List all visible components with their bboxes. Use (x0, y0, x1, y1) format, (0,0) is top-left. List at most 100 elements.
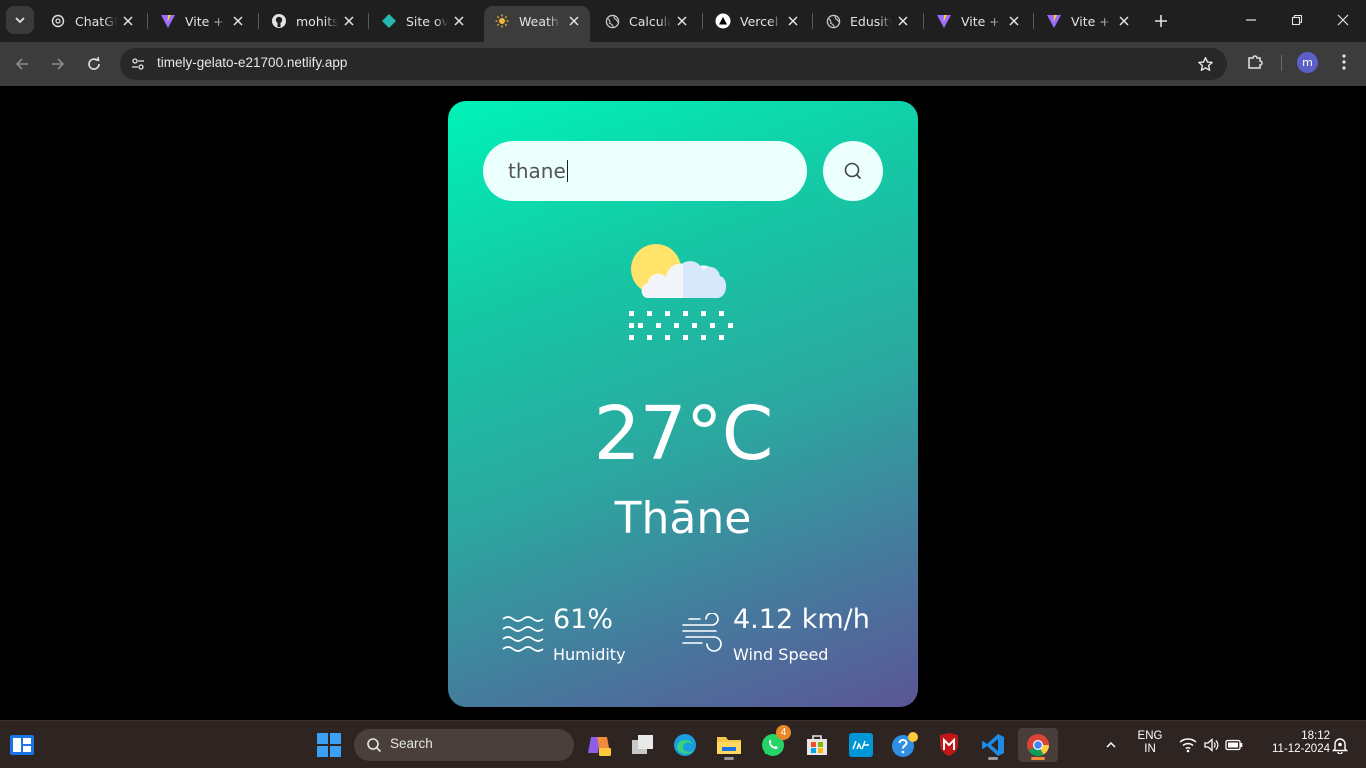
tab-calculator[interactable]: Calculator (594, 6, 698, 36)
tab-title: Edusity (850, 13, 892, 29)
close-icon[interactable] (566, 13, 582, 29)
language-code: ENG (1137, 730, 1163, 742)
tab-divider (923, 13, 924, 29)
tab-vite-react[interactable]: Vite + React (1036, 6, 1140, 36)
widgets-icon (10, 735, 34, 755)
site-info-icon[interactable] (128, 54, 148, 74)
forward-button[interactable] (44, 50, 72, 78)
vite-icon (1046, 13, 1062, 29)
browser-menu-button[interactable] (1333, 50, 1355, 74)
puzzle-icon (1248, 55, 1263, 69)
taskbar-myhp[interactable] (844, 728, 878, 762)
humidity-label: Humidity (553, 645, 626, 664)
taskbar-vscode[interactable] (976, 728, 1010, 762)
tab-vite-react[interactable]: Vite + React (926, 6, 1030, 36)
close-icon[interactable] (120, 13, 136, 29)
globe-icon (604, 13, 620, 29)
reload-icon (88, 56, 100, 70)
store-icon (807, 735, 827, 755)
start-button[interactable] (312, 728, 346, 762)
quick-settings-button[interactable] (1176, 728, 1246, 762)
chrome-icon (1027, 734, 1049, 756)
taskbar-chrome[interactable] (1018, 728, 1058, 762)
tab-weather-app[interactable]: Weather App (484, 6, 590, 42)
plus-icon (1155, 15, 1167, 27)
taskbar-microsoft-store[interactable] (800, 728, 834, 762)
sun-cloud-snow-icon (629, 244, 733, 340)
volume-icon (1204, 738, 1219, 752)
taskbar-edge[interactable] (668, 728, 702, 762)
folder-icon (717, 737, 741, 754)
tab-vite-react[interactable]: Vite + React (150, 6, 254, 36)
close-window-button[interactable] (1320, 0, 1366, 40)
extensions-button[interactable] (1243, 50, 1267, 74)
reload-button[interactable] (80, 50, 108, 78)
clock-date: 11-12-2024 (1272, 743, 1330, 755)
clock[interactable]: 18:12 11-12-2024 (1254, 730, 1330, 755)
new-tab-button[interactable] (1150, 10, 1172, 32)
mcafee-shield-icon (940, 733, 958, 756)
tab-title: Calculator (629, 13, 671, 29)
tab-vercel[interactable]: Vercel (705, 6, 809, 36)
taskbar-whatsapp[interactable]: 4 (756, 725, 791, 762)
search-button[interactable] (823, 141, 883, 201)
search-icon (844, 162, 862, 180)
city-search-field[interactable]: thane (483, 141, 807, 201)
notification-center-button[interactable] (1330, 728, 1350, 762)
close-icon[interactable] (1006, 13, 1022, 29)
chatgpt-icon (50, 13, 66, 29)
vite-icon (936, 13, 952, 29)
vite-icon (160, 13, 176, 29)
show-hidden-icons-button[interactable] (1098, 728, 1124, 762)
sun-icon (494, 13, 510, 29)
windows-taskbar: Search 4 ENG IN 18:12 11-12-2024 (0, 720, 1366, 768)
address-bar[interactable]: timely-gelato-e21700.netlify.app (120, 48, 1227, 80)
minimize-button[interactable] (1228, 0, 1274, 40)
text-caret (566, 160, 568, 182)
back-button[interactable] (8, 50, 36, 78)
close-icon[interactable] (230, 13, 246, 29)
taskbar-copilot[interactable] (582, 728, 616, 762)
language-region: IN (1144, 743, 1156, 755)
tab-github[interactable]: mohitsk (261, 6, 365, 36)
arrow-right-icon (52, 58, 65, 70)
tab-title: Vite + React (1071, 13, 1113, 29)
taskbar-file-explorer[interactable] (712, 728, 746, 762)
taskbar-search-box[interactable]: Search (354, 729, 574, 761)
weather-card: thane 27°C Thāne 61% Humidity 4.12 km/h … (448, 101, 918, 707)
close-icon[interactable] (341, 13, 357, 29)
taskbar-task-view[interactable] (626, 728, 660, 762)
tab-title: Vite + React (961, 13, 1003, 29)
url-text[interactable]: timely-gelato-e21700.netlify.app (157, 55, 347, 70)
tab-edusity[interactable]: Edusity (815, 6, 919, 36)
taskbar-get-help[interactable] (888, 728, 922, 762)
tab-divider (258, 13, 259, 29)
close-icon[interactable] (895, 13, 911, 29)
close-icon[interactable] (674, 13, 690, 29)
tab-netlify-site-overview[interactable]: Site overview (371, 6, 475, 36)
close-icon[interactable] (451, 13, 467, 29)
edge-icon (674, 734, 696, 756)
restore-button[interactable] (1274, 0, 1320, 40)
profile-avatar[interactable]: m (1297, 52, 1318, 73)
minimize-icon (1246, 19, 1256, 21)
input-language[interactable]: ENG IN (1132, 730, 1168, 755)
battery-icon (1225, 739, 1243, 751)
taskbar-mcafee[interactable] (932, 728, 966, 762)
bookmark-star-icon[interactable] (1195, 54, 1215, 74)
wind-speed-label: Wind Speed (733, 645, 829, 664)
close-icon[interactable] (785, 13, 801, 29)
city-search-input[interactable]: thane (508, 159, 568, 183)
browser-tab-strip: ChatGPT Vite + React mohitsk Site overvi… (0, 0, 1366, 42)
tab-search-button[interactable] (6, 6, 34, 34)
bell-notification-icon (1332, 738, 1348, 754)
tab-chatgpt[interactable]: ChatGPT (40, 6, 144, 36)
tab-title: ChatGPT (75, 13, 117, 29)
running-indicator (1031, 757, 1045, 760)
windows-logo-icon (317, 733, 341, 757)
widgets-button[interactable] (5, 728, 39, 762)
tab-divider (812, 13, 813, 29)
close-icon[interactable] (1116, 13, 1132, 29)
task-view-icon (632, 735, 653, 754)
search-icon (367, 738, 382, 753)
